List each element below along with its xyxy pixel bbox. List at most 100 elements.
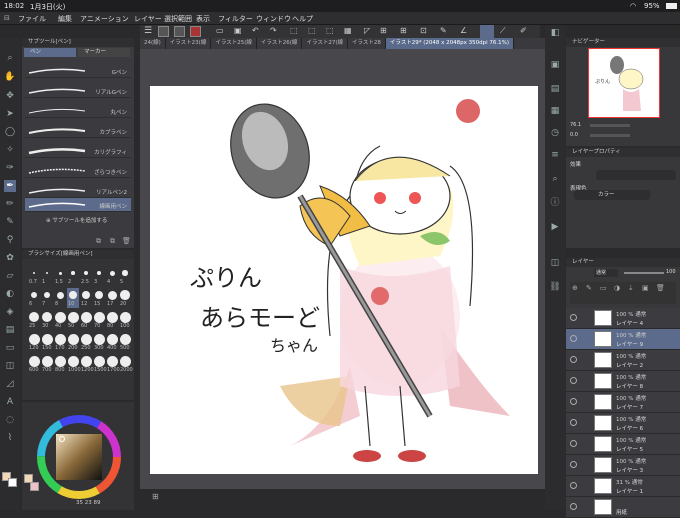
brush-size-cell[interactable]: 100 bbox=[119, 310, 131, 330]
eye-icon[interactable] bbox=[570, 503, 577, 510]
layer-lock-icon[interactable]: ▣ bbox=[642, 284, 649, 292]
vector-layer-icon[interactable]: ✎ bbox=[586, 284, 592, 292]
zoom-slider[interactable] bbox=[590, 124, 630, 127]
eye-icon[interactable] bbox=[570, 419, 577, 426]
tab-27[interactable]: イラスト27(線 bbox=[302, 38, 348, 49]
layer-row[interactable]: 100 % 通常 レイヤー 6 bbox=[566, 413, 680, 434]
sublayer-icon[interactable]: ▤ bbox=[549, 83, 561, 95]
brush-size-cell[interactable]: 30 bbox=[41, 310, 53, 330]
text-icon[interactable]: A bbox=[4, 396, 16, 408]
brush-size-cell[interactable]: 1 bbox=[41, 266, 53, 286]
brush-size-cell[interactable]: 150 bbox=[41, 332, 53, 352]
folder-icon[interactable]: ▭ bbox=[600, 284, 607, 292]
deselect-icon[interactable]: ⬚ bbox=[308, 26, 316, 35]
brush-g-pen[interactable]: Gペン bbox=[25, 64, 131, 78]
eye-icon[interactable] bbox=[570, 356, 577, 363]
brush-size-cell[interactable]: 4 bbox=[106, 266, 118, 286]
open-icon[interactable] bbox=[174, 26, 185, 37]
history-icon[interactable]: ◷ bbox=[549, 127, 561, 139]
color-sub-swatch[interactable] bbox=[30, 482, 39, 491]
tab-28[interactable]: イラスト28 bbox=[348, 38, 386, 49]
select-arrow-icon[interactable]: ➤ bbox=[4, 108, 16, 120]
brush-size-cell[interactable]: 7 bbox=[41, 288, 53, 308]
layer-row[interactable]: 100 % 通常 レイヤー 4 bbox=[566, 308, 680, 329]
undo-icon[interactable]: ↶ bbox=[252, 26, 259, 35]
eyedropper-icon[interactable]: ✑ bbox=[4, 162, 16, 174]
eye-icon[interactable] bbox=[570, 335, 577, 342]
hand-icon[interactable]: ✋ bbox=[4, 71, 16, 83]
copy-icon[interactable]: ⧉ bbox=[96, 237, 101, 246]
brush-size-cell[interactable]: 10 bbox=[67, 288, 79, 308]
brush-size-cell[interactable]: 1700 bbox=[106, 354, 120, 374]
figure-icon[interactable]: ▭ bbox=[4, 342, 16, 354]
ruler-tool-icon[interactable]: ◿ bbox=[4, 378, 16, 390]
eye-icon[interactable] bbox=[570, 377, 577, 384]
layer-trash-icon[interactable]: 🗑 bbox=[656, 284, 665, 292]
blend-mode-select[interactable]: 通常 bbox=[594, 269, 618, 277]
tab-25[interactable]: イラスト25(線 bbox=[211, 38, 257, 49]
menu-window[interactable]: ウィンドウ bbox=[256, 14, 291, 24]
brush-size-cell[interactable]: 2.5 bbox=[80, 266, 92, 286]
brush-size-cell[interactable]: 2000 bbox=[119, 354, 133, 374]
search-icon[interactable]: ⌕ bbox=[549, 173, 561, 185]
layer-row[interactable]: 31 % 通常 レイヤー 1 bbox=[566, 476, 680, 497]
brush-size-cell[interactable]: 70 bbox=[93, 310, 105, 330]
tab-29-active[interactable]: イラスト29* (2048 x 2048px 350dpi 76.1%) bbox=[385, 38, 515, 49]
drawing-canvas[interactable]: ぷりん あらモーど ちゃん bbox=[150, 86, 538, 474]
trash-icon[interactable]: 🗑 bbox=[122, 237, 131, 245]
correct-line-icon[interactable]: ⌇ bbox=[4, 432, 16, 444]
brush-round-pen[interactable]: 丸ペン bbox=[25, 104, 131, 118]
clear-icon[interactable]: ▭ bbox=[216, 26, 224, 35]
hamburger-icon[interactable]: ☰ bbox=[144, 26, 152, 36]
layer-row[interactable]: 100 % 通常 レイヤー 7 bbox=[566, 392, 680, 413]
fill-icon[interactable]: ▦ bbox=[344, 26, 352, 35]
palette-icon[interactable]: ◧ bbox=[549, 27, 561, 39]
gradient-icon[interactable]: ▤ bbox=[4, 324, 16, 336]
brush-size-cell[interactable]: 6 bbox=[28, 288, 40, 308]
tab-23[interactable]: イラスト23(線 bbox=[166, 38, 212, 49]
brush-rough-pen[interactable]: ざらつきペン bbox=[25, 164, 131, 178]
opacity-value[interactable]: 100 bbox=[666, 269, 676, 275]
brush-size-cell[interactable]: 17 bbox=[106, 288, 118, 308]
tab-26[interactable]: イラスト26(線 bbox=[257, 38, 303, 49]
brush-size-cell[interactable]: 15 bbox=[93, 288, 105, 308]
brush-calligraphy[interactable]: カリグラフィ bbox=[25, 144, 131, 158]
menu-filter[interactable]: フィルター bbox=[218, 14, 253, 24]
brush-size-cell[interactable]: 3 bbox=[93, 266, 105, 286]
brush-size-cell[interactable]: 600 bbox=[28, 354, 40, 374]
layer-row[interactable]: 100 % 通常 レイヤー 8 bbox=[566, 371, 680, 392]
zoom-icon[interactable]: ⌕ bbox=[4, 52, 16, 64]
tab-marker[interactable]: マーカー bbox=[78, 48, 130, 57]
brush-size-cell[interactable]: 80 bbox=[106, 310, 118, 330]
zoom-value[interactable]: 76.1 bbox=[570, 122, 581, 128]
move-icon[interactable]: ✥ bbox=[4, 90, 16, 102]
eraser-icon[interactable]: ▱ bbox=[4, 270, 16, 282]
navigator-icon[interactable]: ▣ bbox=[549, 59, 561, 71]
merge-icon[interactable]: ⇣ bbox=[628, 284, 634, 292]
brush-size-cell[interactable]: 40 bbox=[54, 310, 66, 330]
menu-edit[interactable]: 編集 bbox=[58, 14, 72, 24]
save-icon[interactable] bbox=[190, 26, 201, 37]
rotate-slider[interactable] bbox=[590, 134, 630, 137]
blend-icon[interactable]: ◐ bbox=[4, 288, 16, 300]
add-subtool-button[interactable]: ⊕ サブツールを追加する bbox=[46, 216, 107, 224]
brush-size-cell[interactable]: 5 bbox=[119, 266, 131, 286]
lasso-icon[interactable]: ◯ bbox=[4, 126, 16, 138]
brush-size-cell[interactable]: 250 bbox=[80, 332, 92, 352]
canvas-options-icon[interactable]: ⊞ bbox=[152, 492, 159, 501]
layer-row[interactable]: 100 % 通常 レイヤー 2 bbox=[566, 350, 680, 371]
info-icon[interactable]: ⓘ bbox=[549, 197, 561, 209]
brush-size-cell[interactable]: 1.5 bbox=[54, 266, 66, 286]
pen-icon[interactable]: ✒ bbox=[4, 180, 16, 192]
fill-bucket-icon[interactable]: ◈ bbox=[4, 306, 16, 318]
properties-icon[interactable]: ≡ bbox=[549, 149, 561, 161]
redo-icon[interactable]: ↷ bbox=[270, 26, 277, 35]
layer-row[interactable]: 用紙 bbox=[566, 497, 680, 518]
brush-size-cell[interactable]: 25 bbox=[28, 310, 40, 330]
angle-value[interactable]: 0.0 bbox=[570, 132, 578, 138]
brush-size-cell[interactable]: 500 bbox=[119, 332, 131, 352]
mask-icon[interactable]: ◑ bbox=[614, 284, 620, 292]
brush-size-cell[interactable]: 12 bbox=[80, 288, 92, 308]
eye-icon[interactable] bbox=[570, 398, 577, 405]
brush-size-cell[interactable]: 2 bbox=[67, 266, 79, 286]
